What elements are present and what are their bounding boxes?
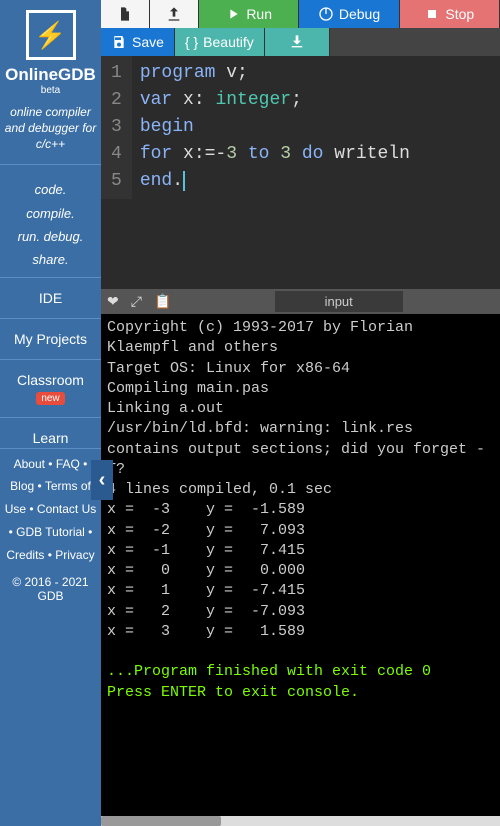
new-badge: new — [36, 392, 64, 405]
terminal-output[interactable]: Copyright (c) 1993-2017 by Florian Klaem… — [101, 314, 500, 826]
nav-projects[interactable]: My Projects — [0, 318, 101, 359]
new-file-button[interactable] — [101, 0, 150, 28]
file-icon — [117, 6, 133, 22]
collapse-sidebar-button[interactable]: ‹ — [91, 460, 113, 500]
terminal-bar: ❤ ⤢ 📋 input — [101, 289, 500, 314]
braces-icon: { } — [185, 34, 198, 50]
main-area: Run Debug Stop Save { } Beautify — [101, 0, 500, 826]
play-icon — [225, 6, 241, 22]
save-button[interactable]: Save — [101, 28, 175, 56]
slogan: code. compile. run. debug. share. — [0, 173, 101, 277]
stop-icon — [424, 6, 440, 22]
power-icon — [318, 6, 334, 22]
tagline: online compiler and debugger for c/c++ — [0, 101, 101, 156]
toolbar: Run Debug Stop Save { } Beautify — [101, 0, 500, 56]
sidebar: ⚡ OnlineGDB beta online compiler and deb… — [0, 0, 101, 826]
nav-learn[interactable]: Learn — [0, 417, 101, 448]
beautify-button[interactable]: { } Beautify — [175, 28, 265, 56]
copy-icon[interactable]: 📋 — [154, 293, 171, 310]
debug-button[interactable]: Debug — [299, 0, 399, 28]
footer-links[interactable]: About • FAQ • Blog • Terms of Use • Cont… — [0, 448, 101, 571]
code-editor[interactable]: 1 2 3 4 5 program v;var x: integer;begin… — [101, 56, 500, 289]
nav-classroom[interactable]: Classroom new — [0, 359, 101, 417]
line-gutter: 1 2 3 4 5 — [101, 56, 132, 199]
save-icon — [111, 34, 127, 50]
chevron-down-icon[interactable]: ❤ — [107, 293, 119, 310]
brand-name: OnlineGDB beta — [0, 65, 101, 101]
nav-ide[interactable]: IDE — [0, 277, 101, 318]
code-content[interactable]: program v;var x: integer;beginfor x:=-3 … — [132, 56, 418, 199]
download-icon — [289, 34, 305, 50]
download-button[interactable] — [265, 28, 330, 56]
upload-icon — [166, 6, 182, 22]
upload-button[interactable] — [150, 0, 199, 28]
input-tab[interactable]: input — [275, 291, 403, 312]
logo-icon: ⚡ — [26, 10, 76, 60]
stop-button[interactable]: Stop — [400, 0, 500, 28]
run-button[interactable]: Run — [199, 0, 299, 28]
copyright: © 2016 - 2021 GDB — [0, 571, 101, 607]
expand-icon[interactable]: ⤢ — [131, 293, 142, 310]
scrollbar-thumb[interactable] — [101, 816, 221, 826]
horizontal-scrollbar[interactable] — [101, 816, 500, 826]
